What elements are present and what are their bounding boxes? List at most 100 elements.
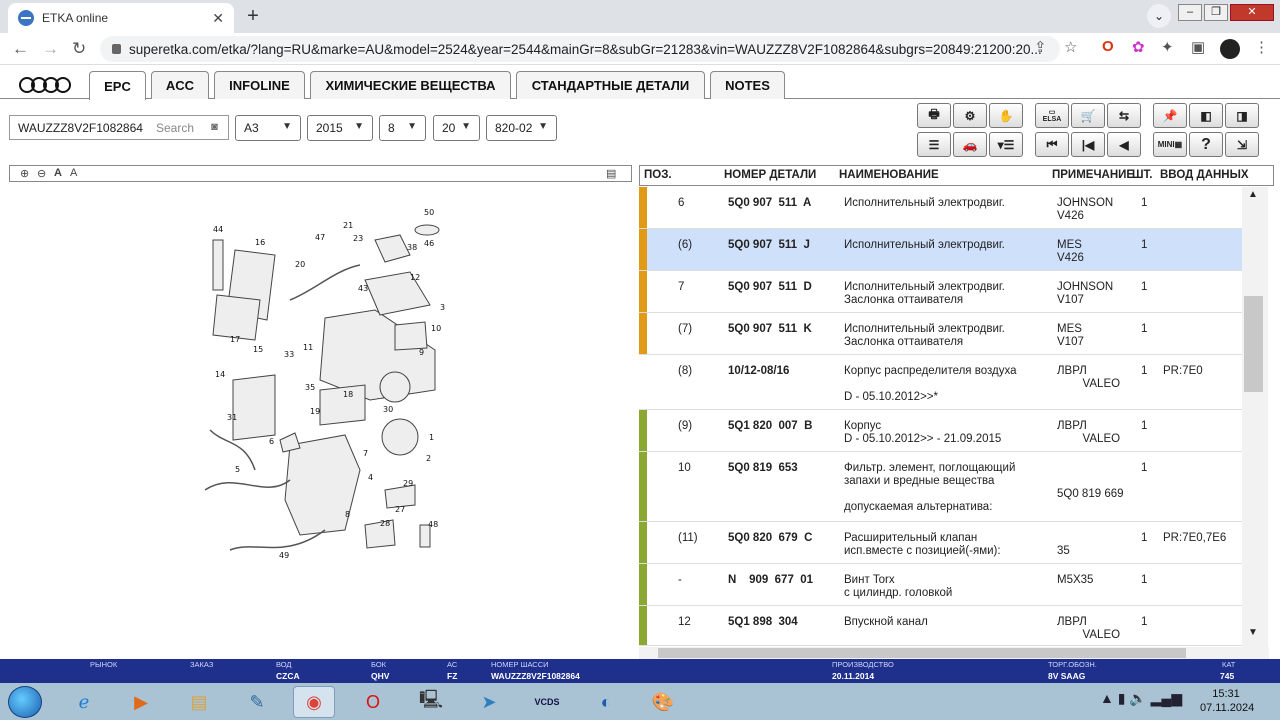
back-icon[interactable]: ← (12, 39, 29, 59)
tab-infoline[interactable]: INFOLINE (214, 71, 305, 99)
clock[interactable]: 15:31 07.11.2024 (1200, 687, 1254, 715)
url-bar[interactable]: superetka.com/etka/?lang=RU&marke=AU&mod… (100, 36, 1060, 62)
svg-text:48: 48 (428, 520, 438, 529)
app-disc-icon[interactable]: ◐ (585, 686, 627, 718)
tab-notes[interactable]: NOTES (710, 71, 785, 99)
opera-icon[interactable]: O (352, 686, 394, 718)
scroll-up-icon[interactable]: ▲ (1248, 189, 1258, 200)
zoom-in-icon[interactable]: ⊕ (20, 167, 29, 180)
help-button[interactable]: ? (1189, 132, 1223, 157)
close-window-button[interactable]: ✕ (1230, 3, 1274, 21)
vehicle-status-bar: РЫНОК ЗАКАЗ ВОД CZCA БОК QHV АС FZ НОМЕР… (0, 659, 1280, 683)
puzzle-icon[interactable]: ✦ (1161, 38, 1174, 56)
table-row[interactable]: (8) 10/12-08/16 Корпус распределителя возд… (639, 355, 1242, 410)
close-tab-icon[interactable]: ✕ (212, 10, 224, 27)
scroll-down-icon[interactable]: ▼ (1248, 627, 1258, 638)
internet-explorer-icon[interactable]: ℯ (63, 686, 105, 718)
tab-search-chevron-icon[interactable]: ⌄ (1147, 4, 1171, 28)
profile-avatar[interactable] (1220, 39, 1240, 59)
list-view-icon[interactable]: ☰ (917, 132, 951, 157)
paint-icon[interactable]: 🎨 (642, 686, 684, 718)
media-player-icon[interactable]: ▶ (120, 686, 162, 718)
header-note[interactable]: ПРИМЕЧАНИЕ (1052, 169, 1134, 181)
forward-icon[interactable]: → (42, 39, 59, 59)
header-data-entry[interactable]: ВВОД ДАННЫХ (1160, 169, 1249, 181)
main-group-select[interactable]: 8 ▼ (379, 115, 426, 141)
table-row[interactable]: (6) 5Q0 907 511 J Исполнительный электродв… (639, 229, 1242, 271)
extension-icon[interactable]: ✿ (1132, 38, 1145, 56)
globe-icon (18, 10, 34, 26)
print-icon[interactable]: 🖶 (917, 103, 951, 128)
table-row[interactable]: (7) 5Q0 907 511 K Исполнительный электродв… (639, 313, 1242, 355)
minimize-button[interactable]: – (1178, 3, 1202, 21)
search-button[interactable]: Search (149, 115, 202, 140)
tab-chemicals[interactable]: ХИМИЧЕСКИЕ ВЕЩЕСТВА (310, 71, 511, 99)
cell-part-number: 5Q0 907 511 K (728, 323, 812, 335)
table-row[interactable]: 6 5Q0 907 511 A Исполнительный электродвиг… (639, 187, 1242, 229)
vertical-scrollbar[interactable]: ▲ ▼ (1242, 187, 1268, 647)
service-icon[interactable]: ⚙ (953, 103, 987, 128)
page-forward-icon[interactable]: ◨ (1225, 103, 1259, 128)
opera-extension-icon[interactable]: O (1102, 38, 1114, 55)
font-smaller-icon[interactable]: A (70, 167, 77, 179)
back-arrow-icon[interactable]: ◀ (1107, 132, 1141, 157)
table-row[interactable]: 12 5Q1 898 304 Впускной канал ЛВРЛ VALEO 1 (639, 606, 1242, 646)
new-tab-button[interactable]: + (240, 5, 266, 29)
browser-tab[interactable]: ETKA online ✕ (8, 3, 234, 33)
system-tray[interactable]: ▲ ▮ 🔊 ▂▄▆ (1100, 690, 1182, 707)
mini-calculator-button[interactable]: MINI ▦ (1153, 132, 1187, 157)
vin-input[interactable]: WAUZZZ8V2F1082864 (9, 115, 150, 140)
illustration-select[interactable]: 820-02 ▼ (486, 115, 557, 141)
handshake-icon[interactable]: ✋ (989, 103, 1023, 128)
side-panel-icon[interactable]: ▣ (1191, 38, 1205, 56)
computer-icon[interactable]: 🖳 (410, 686, 452, 718)
parts-diagram[interactable]: 441647 212338 504620 12433 171015 33119 … (195, 200, 455, 570)
table-row[interactable]: - N 909 677 01 Винт Torx с цилиндр. головк… (639, 564, 1242, 606)
tab-epc[interactable]: EPC (89, 71, 146, 100)
previous-page-icon[interactable]: |◀ (1071, 132, 1105, 157)
horizontal-scroll-thumb[interactable] (658, 648, 1186, 658)
cart-icon[interactable]: 🛒 (1071, 103, 1105, 128)
cart-transfer-icon[interactable]: ⇆ (1107, 103, 1141, 128)
cell-pos: - (678, 574, 682, 586)
vertical-scroll-thumb[interactable] (1244, 296, 1263, 392)
header-pos[interactable]: ПОЗ. (644, 169, 672, 181)
page-back-icon[interactable]: ◧ (1189, 103, 1223, 128)
table-row[interactable]: (11) 5Q0 820 679 C Расширительный клапан и… (639, 522, 1242, 564)
menu-dots-icon[interactable]: ⋮ (1254, 38, 1269, 56)
header-name[interactable]: НАИМЕНОВАНИЕ (839, 169, 939, 181)
panel-toggle-icon[interactable]: ▤ (606, 167, 616, 180)
elsa-button[interactable]: ▭ ELSA (1035, 103, 1069, 128)
table-row[interactable]: 10 5Q0 819 653 Фильтр. элемент, поглощающи… (639, 452, 1242, 522)
share-icon[interactable]: ⇪ (1034, 38, 1047, 56)
export-icon[interactable]: ⇲ (1225, 132, 1259, 157)
maximize-button[interactable]: ❐ (1204, 3, 1228, 21)
table-row[interactable]: 7 5Q0 907 511 D Исполнительный электродвиг… (639, 271, 1242, 313)
svg-text:47: 47 (315, 233, 325, 242)
year-select[interactable]: 2015 ▼ (307, 115, 373, 141)
svg-text:20: 20 (295, 260, 305, 269)
table-row[interactable]: (9) 5Q1 820 007 B Корпус D - 05.10.2012>> … (639, 410, 1242, 452)
chrome-icon[interactable]: ◉ (293, 686, 335, 718)
header-qty[interactable]: ШТ. (1132, 169, 1152, 181)
dropdown-list-icon[interactable]: ▾☰ (989, 132, 1023, 157)
camera-icon[interactable]: ◙ (201, 115, 229, 140)
pin-icon[interactable]: 📌 (1153, 103, 1187, 128)
bookmark-star-icon[interactable]: ☆ (1064, 38, 1077, 56)
vcds-icon[interactable]: VCDS (526, 686, 568, 718)
font-larger-icon[interactable]: A (54, 167, 62, 179)
header-part-number[interactable]: НОМЕР ДЕТАЛИ (724, 169, 816, 181)
start-button[interactable] (8, 686, 42, 718)
sub-group-select[interactable]: 20 ▼ (433, 115, 480, 141)
tab-acc[interactable]: ACC (151, 71, 209, 99)
first-page-icon[interactable]: ⏮ (1035, 132, 1069, 157)
reload-icon[interactable]: ↻ (72, 39, 86, 59)
model-select[interactable]: A3 ▼ (235, 115, 301, 141)
zoom-out-icon[interactable]: ⊖ (37, 167, 46, 180)
file-explorer-icon[interactable]: ▤ (178, 686, 220, 718)
send-icon[interactable]: ➤ (468, 686, 510, 718)
vehicle-icon[interactable]: 🚗 (953, 132, 987, 157)
cell-pos: (7) (678, 323, 693, 335)
notes-app-icon[interactable]: ✎ (236, 686, 278, 718)
tab-standard-parts[interactable]: СТАНДАРТНЫЕ ДЕТАЛИ (516, 71, 705, 99)
